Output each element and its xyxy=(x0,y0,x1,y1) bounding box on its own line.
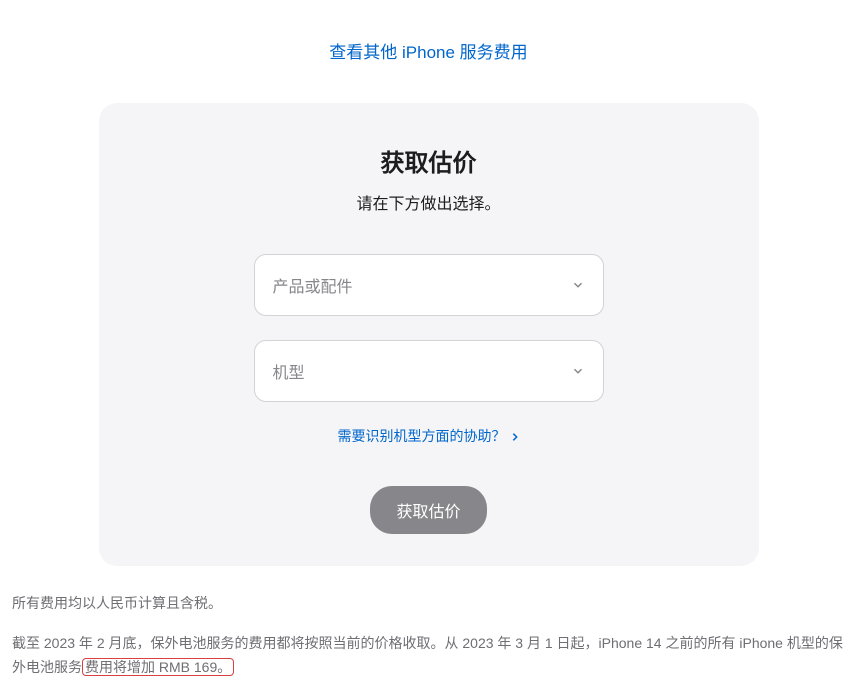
card-title: 获取估价 xyxy=(139,143,719,178)
product-select-placeholder: 产品或配件 xyxy=(273,273,353,297)
price-highlight-box: 费用将增加 RMB 169。 xyxy=(82,658,234,676)
chevron-down-icon xyxy=(571,278,585,292)
help-link-text: 需要识别机型方面的协助？ xyxy=(338,428,506,444)
estimate-card: 获取估价 请在下方做出选择。 产品或配件 机型 需要识别机型方面的协助？ xyxy=(99,103,759,566)
model-select-placeholder: 机型 xyxy=(273,359,305,383)
identify-model-help-link[interactable]: 需要识别机型方面的协助？ xyxy=(338,428,520,444)
product-select-wrapper: 产品或配件 xyxy=(254,254,604,316)
help-link-wrapper: 需要识别机型方面的协助？ xyxy=(139,426,719,446)
top-link-wrapper: 查看其他 iPhone 服务费用 xyxy=(8,0,849,83)
price-increase-note: 截至 2023 年 2 月底，保外电池服务的费用都将按照当前的价格收取。从 20… xyxy=(8,632,849,680)
get-estimate-button[interactable]: 获取估价 xyxy=(370,486,486,534)
view-other-services-link[interactable]: 查看其他 iPhone 服务费用 xyxy=(329,43,527,62)
model-select-wrapper: 机型 xyxy=(254,340,604,402)
currency-note: 所有费用均以人民币计算且含税。 xyxy=(8,592,849,614)
card-subtitle: 请在下方做出选择。 xyxy=(139,190,719,214)
product-select[interactable]: 产品或配件 xyxy=(254,254,604,316)
model-select[interactable]: 机型 xyxy=(254,340,604,402)
chevron-down-icon xyxy=(571,364,585,378)
chevron-right-icon xyxy=(511,429,519,445)
